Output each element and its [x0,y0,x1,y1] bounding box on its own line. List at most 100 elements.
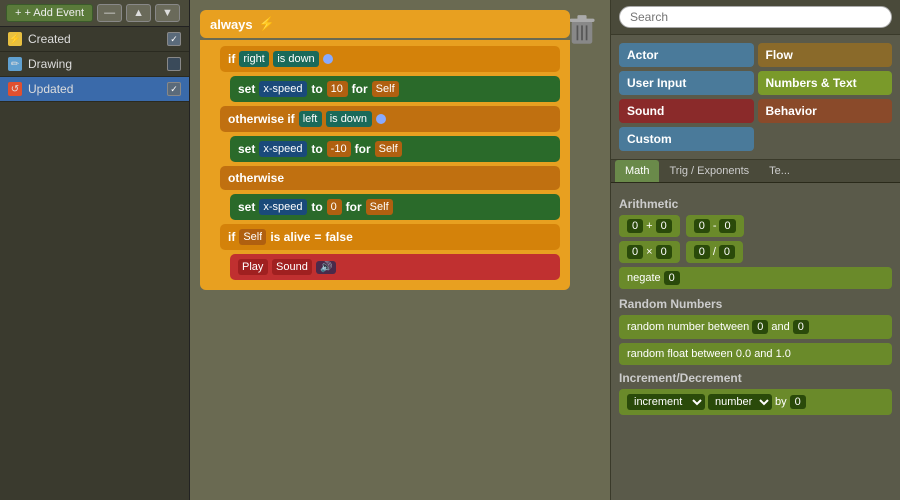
random-between-label: random number between [627,321,749,333]
left-select[interactable]: left [299,111,322,127]
to-label-2: to [311,142,322,156]
search-input[interactable] [619,6,892,28]
self-select-2[interactable]: Self [375,141,402,157]
set-label-2: set [238,142,255,156]
false-label: false [325,230,352,244]
set-block-2: set x-speed to -10 for Self [230,136,560,162]
sidebar-toolbar: + + Add Event — ▲ ▼ [0,0,189,27]
category-flow-button[interactable]: Flow [758,43,893,67]
add-event-button[interactable]: + + Add Event [6,4,93,22]
pencil-icon: ✏ [8,57,22,71]
category-behavior-button[interactable]: Behavior [758,99,893,123]
updated-checkbox[interactable]: ✓ [167,82,181,96]
otherwise-block: otherwise [220,166,560,190]
sound-select[interactable]: Sound [272,259,312,275]
sidebar-item-created[interactable]: ⚡ Created ✓ [0,27,189,52]
category-sound-button[interactable]: Sound [619,99,754,123]
is-down-select-2[interactable]: is down [326,111,372,127]
otherwise-if-block: otherwise if left is down [220,106,560,132]
right-select[interactable]: right [239,51,269,67]
volume-icon: 🔊 [316,261,336,274]
for-label-3: for [346,200,362,214]
random-header: Random Numbers [619,297,892,311]
divide-block[interactable]: 0 / 0 [686,241,743,263]
is-alive-label: is alive [270,230,310,244]
negate-block[interactable]: negate 0 [619,267,892,289]
random-number-block[interactable]: random number between 0 and 0 [619,315,892,339]
tab-text[interactable]: Te... [759,160,800,182]
block-dot-2 [376,114,386,124]
sidebar-item-drawing[interactable]: ✏ Drawing [0,52,189,77]
set-block-3: set x-speed to 0 for Self [230,194,560,220]
category-userinput-button[interactable]: User Input [619,71,754,95]
increment-action-select[interactable]: increment decrement [627,394,705,410]
for-label-2: for [355,142,371,156]
equals-label: = [314,230,321,244]
self-select-3[interactable]: Self [366,199,393,215]
collapse-button[interactable]: — [97,4,122,22]
categories-grid: Actor Flow User Input Numbers & Text Sou… [611,35,900,160]
drawing-checkbox[interactable] [167,57,181,71]
tab-trig[interactable]: Trig / Exponents [659,160,759,182]
play-select[interactable]: Play [238,259,268,275]
lightning-emoji: ⚡ [259,16,275,32]
blocks-list: Arithmetic 0 + 0 0 - 0 0 × 0 0 / 0 [611,183,900,500]
tab-math[interactable]: Math [615,160,659,182]
always-label: always [210,17,253,32]
random-float-block[interactable]: random float between 0.0 and 1.0 [619,343,892,365]
by-label: by [775,396,787,408]
category-custom-button[interactable]: Custom [619,127,754,151]
if-label-2: if [228,230,235,244]
is-down-select[interactable]: is down [273,51,319,67]
otherwise-label: otherwise [228,171,284,185]
increment-block[interactable]: increment decrement number by 0 [619,389,892,415]
created-checkbox[interactable]: ✓ [167,32,181,46]
to-label-3: to [311,200,322,214]
canvas-area: always ⚡ if right is down set x-speed [190,0,610,500]
negate-val: 0 [664,271,680,285]
increment-val: 0 [790,395,806,409]
category-numberstext-button[interactable]: Numbers & Text [758,71,893,95]
blocks-container: always ⚡ if right is down set x-speed [200,10,570,290]
category-actor-button[interactable]: Actor [619,43,754,67]
set-label-1: set [238,82,255,96]
block-body-main: if right is down set x-speed to 10 [200,40,570,290]
block-dot-1 [323,54,333,64]
x-speed-select-3[interactable]: x-speed [259,199,307,215]
if-block-2: if Self is alive = false [220,224,560,250]
otherwise-if-label: otherwise if [228,112,295,126]
increment-number-select[interactable]: number [708,394,772,410]
random-float-label: random float between 0.0 and 1.0 [627,348,791,360]
to-label-1: to [311,82,322,96]
search-bar [611,0,900,35]
arithmetic-header: Arithmetic [619,197,892,211]
set-block-1: set x-speed to 10 for Self [230,76,560,102]
move-down-button[interactable]: ▼ [155,4,180,22]
self-select-4[interactable]: Self [239,229,266,245]
val-10-select[interactable]: 10 [327,81,348,97]
sidebar-item-label-updated: Updated [28,82,161,96]
right-panel: Actor Flow User Input Numbers & Text Sou… [610,0,900,500]
multiply-block[interactable]: 0 × 0 [619,241,680,263]
increment-header: Increment/Decrement [619,371,892,385]
val-0-select[interactable]: 0 [327,199,342,215]
self-select-1[interactable]: Self [372,81,399,97]
arithmetic-row-2: 0 × 0 0 / 0 [619,241,892,263]
tabs-row: Math Trig / Exponents Te... [611,160,900,183]
subtract-block[interactable]: 0 - 0 [686,215,744,237]
always-block: always ⚡ [200,10,570,38]
add-block[interactable]: 0 + 0 [619,215,680,237]
move-up-button[interactable]: ▲ [126,4,151,22]
random-and-label: and [771,321,789,333]
sidebar-item-label-drawing: Drawing [28,57,161,71]
play-block: Play Sound 🔊 [230,254,560,280]
x-speed-select-2[interactable]: x-speed [259,141,307,157]
val-neg10-select[interactable]: -10 [327,141,351,157]
arithmetic-row-1: 0 + 0 0 - 0 [619,215,892,237]
sidebar: + + Add Event — ▲ ▼ ⚡ Created ✓ ✏ Drawin… [0,0,190,500]
x-speed-select-1[interactable]: x-speed [259,81,307,97]
refresh-icon: ↺ [8,82,22,96]
if-label-1: if [228,52,235,66]
sidebar-item-updated[interactable]: ↺ Updated ✓ [0,77,189,102]
sidebar-item-label-created: Created [28,32,161,46]
